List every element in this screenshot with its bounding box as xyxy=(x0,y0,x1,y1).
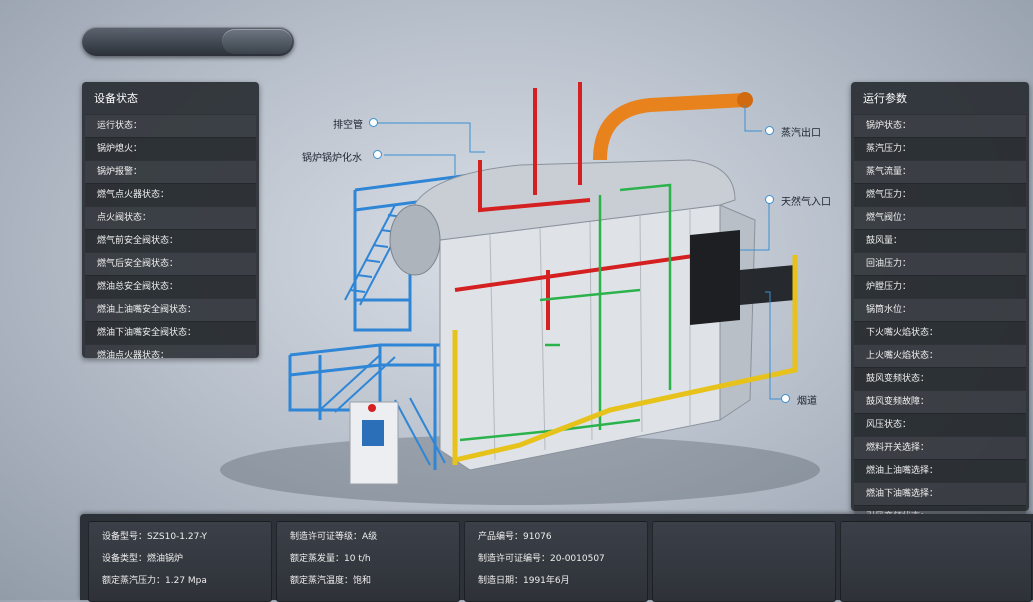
callout-chemical-water: 锅炉锅炉化水 xyxy=(302,153,362,164)
run-params-panel: 运行参数 锅炉状态： 蒸汽压力： 蒸气流量： 燃气压力： 燃气阀位： 鼓风量： 回油压力：炉… xyxy=(851,82,1029,528)
run-param-row: 燃油上油嘴选择： xyxy=(854,459,1026,482)
callout-gas-inlet: 天然气入口 xyxy=(781,197,831,208)
run-param-row: 燃气阀位： xyxy=(854,206,1026,229)
info-cell-3: 产品编号：91076 制造许可证编号：20-0010507 制造日期：1991年… xyxy=(464,521,648,602)
callout-dot-flue xyxy=(781,394,790,403)
run-param-row: 燃气压力： xyxy=(854,183,1026,206)
device-status-row: 运行状态： xyxy=(85,114,256,137)
device-status-row: 锅炉报警： xyxy=(85,160,256,183)
burner xyxy=(690,230,740,325)
steam-pipe xyxy=(593,93,746,161)
flue-duct xyxy=(740,265,795,305)
info-license-level: 制造许可证等级：A级 xyxy=(290,532,378,542)
info-license-no: 制造许可证编号：20-0010507 xyxy=(478,554,605,564)
callout-flue: 烟道 xyxy=(797,396,817,407)
callout-steam-outlet: 蒸汽出口 xyxy=(781,128,821,139)
info-cell-4 xyxy=(652,521,836,602)
run-param-row: 回油压力： xyxy=(854,252,1026,275)
run-param-row: 燃油下油嘴选择： xyxy=(854,482,1026,505)
run-param-row: 锅炉状态： xyxy=(854,114,1026,137)
run-param-row: 上火嘴火焰状态： xyxy=(854,344,1026,367)
device-status-panel: 设备状态 运行状态： 锅炉熄火： 锅炉报警： 燃气点火器状态： 点火阀状态： 燃气前安全阀… xyxy=(82,82,259,367)
run-param-row: 鼓风变频状态： xyxy=(854,367,1026,390)
run-params-title: 运行参数 xyxy=(863,92,907,105)
boiler-body xyxy=(439,204,721,471)
run-param-row: 鼓风变频故障： xyxy=(854,390,1026,413)
device-status-title: 设备状态 xyxy=(94,92,138,105)
run-param-row: 炉膛压力： xyxy=(854,275,1026,298)
callout-dot-steam-outlet xyxy=(765,126,774,135)
info-model: 设备型号：SZS10-1.27-Y xyxy=(102,532,208,542)
info-rated-capacity: 额定蒸发量：10 t/h xyxy=(290,554,371,564)
info-cell-2: 制造许可证等级：A级 额定蒸发量：10 t/h 额定蒸汽温度：饱和 xyxy=(276,521,460,602)
info-type: 设备类型：燃油锅炉 xyxy=(102,554,184,564)
run-param-row: 风压状态： xyxy=(854,413,1026,436)
callout-vent-pipe: 排空管 xyxy=(333,120,363,131)
info-cell-5 xyxy=(840,521,1032,602)
run-param-row: 下火嘴火焰状态： xyxy=(854,321,1026,344)
device-status-row: 锅炉熄火： xyxy=(85,137,256,160)
run-param-row: 燃料开关选择： xyxy=(854,436,1026,459)
run-param-row: 锅筒水位： xyxy=(854,298,1026,321)
callout-dot-chemical-water xyxy=(373,150,382,159)
device-status-row: 燃油上油嘴安全阀状态： xyxy=(85,298,256,321)
info-manufacture-date: 制造日期：1991年6月 xyxy=(478,576,570,586)
device-status-row: 燃气前安全阀状态： xyxy=(85,229,256,252)
device-status-row: 燃气点火器状态： xyxy=(85,183,256,206)
device-status-row: 燃气后安全阀状态： xyxy=(85,252,256,275)
device-info-bar: 设备型号：SZS10-1.27-Y 设备类型：燃油锅炉 额定蒸汽压力：1.27 … xyxy=(80,514,1033,602)
info-product-no: 产品编号：91076 xyxy=(478,532,552,542)
callout-dot-vent-pipe xyxy=(369,118,378,127)
info-rated-temp: 额定蒸汽温度：饱和 xyxy=(290,576,372,586)
info-cell-1: 设备型号：SZS10-1.27-Y 设备类型：燃油锅炉 额定蒸汽压力：1.27 … xyxy=(88,521,272,602)
run-param-row: 蒸气流量： xyxy=(854,160,1026,183)
device-status-row: 燃油点火器状态： xyxy=(85,344,256,367)
device-status-row: 燃油下油嘴安全阀状态： xyxy=(85,321,256,344)
callout-dot-gas-inlet xyxy=(765,195,774,204)
run-param-row: 鼓风量： xyxy=(854,229,1026,252)
device-status-row: 点火阀状态： xyxy=(85,206,256,229)
info-rated-pressure: 额定蒸汽压力：1.27 Mpa xyxy=(102,576,207,586)
device-status-row: 燃油总安全阀状态： xyxy=(85,275,256,298)
run-param-row: 蒸汽压力： xyxy=(854,137,1026,160)
